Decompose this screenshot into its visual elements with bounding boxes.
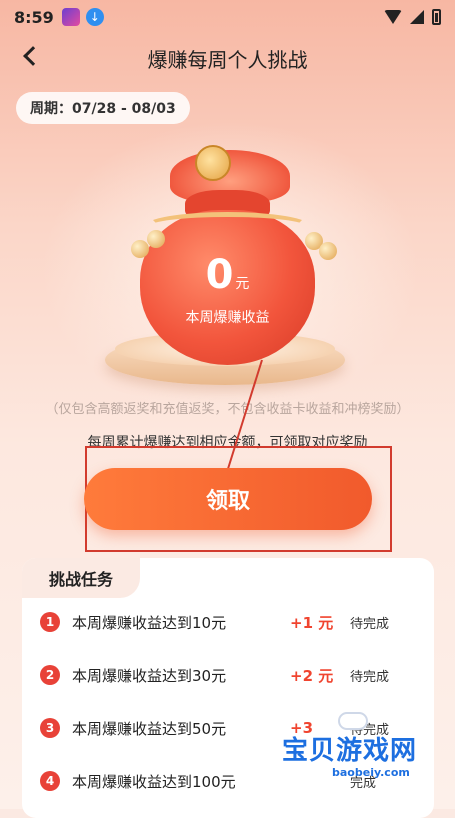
task-number-badge: 2 (40, 665, 60, 685)
page-title: 爆赚每周个人挑战 (147, 47, 308, 72)
status-time: 8:59 (14, 7, 54, 27)
earnings-unit: 元 (235, 276, 250, 292)
task-row: 3 本周爆赚收益达到50元 +3 待完成 (22, 708, 434, 748)
task-reward: +2 元 (290, 666, 334, 685)
task-number-badge: 4 (40, 771, 60, 791)
earnings-amount: 0元 (140, 252, 315, 298)
claim-button[interactable]: 领取 (84, 468, 372, 530)
bead-right-2 (319, 242, 337, 260)
task-status: 完成 (350, 775, 377, 791)
task-status: 待完成 (350, 669, 390, 685)
wifi-icon (384, 10, 402, 24)
disclaimer-note: （仅包含高额返奖和充值返奖，不包含收益卡收益和冲榜奖励） (45, 402, 410, 417)
period-badge: 周期：07/28 - 08/03 (16, 92, 190, 124)
task-number-badge: 3 (40, 718, 60, 738)
download-icon: ↓ (85, 8, 104, 26)
bag-cord (145, 212, 310, 240)
task-description: 本周爆赚收益达到50元 (72, 719, 227, 738)
task-card: 挑战任务 1 本周爆赚收益达到10元 +1 元 待完成 2 本周爆赚收益达到30… (22, 558, 434, 818)
back-arrow-icon[interactable] (23, 46, 43, 66)
task-reward: +3 (290, 719, 314, 737)
task-row: 2 本周爆赚收益达到30元 +2 元 待完成 (22, 655, 434, 695)
task-row: 4 本周爆赚收益达到100元 完成 (22, 761, 434, 801)
earnings-label: 本周爆赚收益 (185, 310, 270, 326)
bead-left-2 (147, 230, 165, 248)
coin-icon (195, 145, 231, 181)
app-notification-icon (61, 8, 80, 26)
money-bag-illustration: 0元 本周爆赚收益 (95, 140, 360, 395)
signal-icon (410, 10, 424, 24)
task-description: 本周爆赚收益达到10元 (72, 613, 227, 632)
status-bar: 8:59 ↓ (0, 0, 455, 34)
task-row: 1 本周爆赚收益达到10元 +1 元 待完成 (22, 602, 434, 642)
task-description: 本周爆赚收益达到100元 (72, 772, 236, 791)
earnings-value: 0 (205, 252, 234, 298)
task-status: 待完成 (350, 722, 390, 738)
status-indicators (384, 9, 441, 25)
battery-icon (432, 9, 441, 25)
header: 爆赚每周个人挑战 (0, 40, 455, 76)
task-status: 待完成 (350, 616, 390, 632)
task-number-badge: 1 (40, 612, 60, 632)
task-description: 本周爆赚收益达到30元 (72, 666, 227, 685)
task-reward: +1 元 (290, 613, 334, 632)
tab-challenge-tasks[interactable]: 挑战任务 (22, 558, 140, 598)
